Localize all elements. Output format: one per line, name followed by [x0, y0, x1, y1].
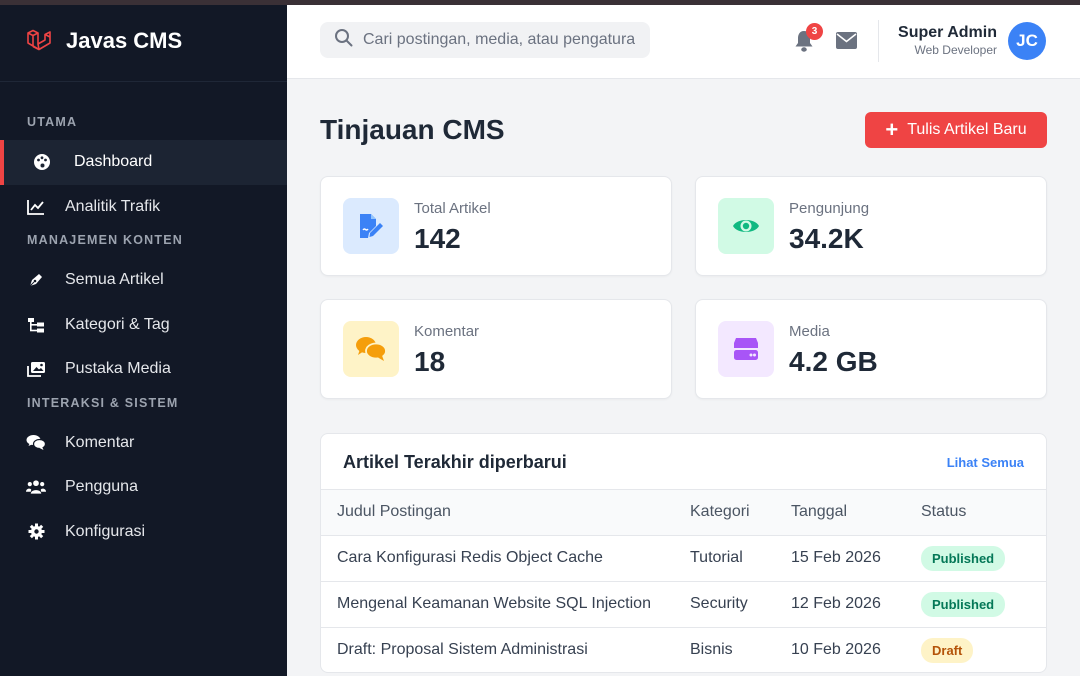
eye-icon — [718, 198, 774, 254]
nav-section-utama: UTAMA — [27, 115, 78, 129]
stat-value: 34.2K — [789, 223, 864, 254]
sidebar-item-pustaka-media[interactable]: Pustaka Media — [0, 347, 287, 392]
status-badge: Draft — [921, 637, 974, 663]
recent-articles-header: Artikel Terakhir diperbarui Lihat Semua — [321, 434, 1046, 490]
users-icon — [26, 477, 46, 497]
new-article-button[interactable]: + Tulis Artikel Baru — [865, 112, 1047, 148]
new-article-label: Tulis Artikel Baru — [907, 121, 1027, 138]
cell-date: 15 Feb 2026 — [791, 535, 921, 582]
stat-card-total-artikel[interactable]: Total Artikel 142 — [320, 176, 672, 276]
top-header: 3 Super Admin Web Developer JC — [287, 5, 1080, 79]
cell-title[interactable]: Cara Konfigurasi Redis Object Cache — [321, 535, 690, 582]
sidebar-item-label: Kategori & Tag — [65, 315, 170, 333]
status-badge: Published — [921, 591, 1006, 617]
stat-value: 142 — [414, 223, 461, 254]
recent-articles-title: Artikel Terakhir diperbarui — [343, 452, 567, 472]
user-name[interactable]: Super Admin — [898, 24, 997, 42]
hard-drive-icon — [718, 321, 774, 377]
search-icon — [334, 28, 353, 52]
sidebar-item-semua-artikel[interactable]: Semua Artikel — [0, 258, 287, 303]
sitemap-icon — [26, 315, 46, 335]
stat-label: Pengunjung — [789, 200, 870, 217]
sidebar-item-dashboard[interactable]: Dashboard — [0, 140, 287, 185]
nav-section-interaksi-sistem: INTERAKSI & SISTEM — [27, 395, 179, 410]
sidebar-item-analitik-trafik[interactable]: Analitik Trafik — [0, 185, 287, 230]
cell-category: Tutorial — [690, 535, 791, 582]
table-row[interactable]: Draft: Proposal Sistem Administrasi Bisn… — [321, 627, 1046, 672]
notification-badge: 3 — [806, 23, 823, 40]
column-header-status[interactable]: Status — [921, 490, 1046, 536]
sidebar-item-pengguna[interactable]: Pengguna — [0, 465, 287, 510]
cell-status: Published — [921, 535, 1046, 582]
cell-category: Security — [690, 581, 791, 628]
window-top-strip — [0, 0, 1080, 5]
cell-title[interactable]: Draft: Proposal Sistem Administrasi — [321, 627, 690, 672]
gear-icon — [26, 522, 46, 542]
stat-card-komentar[interactable]: Komentar 18 — [320, 299, 672, 399]
search-input[interactable] — [363, 31, 635, 49]
brand-name: Javas CMS — [66, 27, 183, 53]
stat-card-media[interactable]: Media 4.2 GB — [695, 299, 1047, 399]
table-row[interactable]: Mengenal Keamanan Website SQL Injection … — [321, 581, 1046, 628]
brand[interactable]: Javas CMS — [0, 0, 287, 82]
sidebar-item-konfigurasi[interactable]: Konfigurasi — [0, 510, 287, 555]
cell-status: Draft — [921, 627, 1046, 672]
cell-date: 10 Feb 2026 — [791, 627, 921, 672]
stat-label: Media — [789, 323, 830, 340]
envelope-icon[interactable] — [836, 32, 857, 49]
sidebar-item-label: Komentar — [65, 433, 135, 451]
column-header-title[interactable]: Judul Postingan — [321, 490, 690, 536]
table-row[interactable]: Cara Konfigurasi Redis Object Cache Tuto… — [321, 535, 1046, 582]
cell-date: 12 Feb 2026 — [791, 581, 921, 628]
table-header-row: Judul Postingan Kategori Tanggal Status — [321, 490, 1046, 536]
sidebar-item-kategori-tag[interactable]: Kategori & Tag — [0, 303, 287, 348]
comments-icon — [343, 321, 399, 377]
user-role: Web Developer — [914, 43, 998, 57]
laravel-icon — [26, 28, 52, 54]
sidebar-item-label: Pustaka Media — [65, 360, 171, 378]
stat-value: 18 — [414, 346, 446, 377]
chart-line-icon — [26, 197, 46, 217]
palette-icon — [32, 152, 52, 172]
cell-category: Bisnis — [690, 627, 791, 672]
page-title: Tinjauan CMS — [320, 114, 505, 145]
sidebar-item-label: Analitik Trafik — [65, 197, 161, 215]
recent-articles-card: Artikel Terakhir diperbarui Lihat Semua … — [320, 433, 1047, 673]
nav-section-manajemen-konten: MANAJEMEN KONTEN — [27, 233, 184, 247]
avatar[interactable]: JC — [1008, 22, 1046, 60]
status-badge: Published — [921, 545, 1006, 571]
sidebar-item-komentar[interactable]: Komentar — [0, 421, 287, 466]
cell-title[interactable]: Mengenal Keamanan Website SQL Injection — [321, 581, 690, 628]
pen-nib-icon — [26, 270, 46, 290]
images-icon — [26, 359, 46, 379]
sidebar: Javas CMS UTAMA Dashboard Analitik Trafi… — [0, 0, 287, 676]
cell-status: Published — [921, 581, 1046, 628]
file-pen-icon — [343, 198, 399, 254]
sidebar-item-label: Dashboard — [74, 153, 153, 171]
sidebar-item-label: Semua Artikel — [65, 271, 164, 289]
header-divider — [878, 20, 879, 62]
search-box[interactable] — [320, 22, 650, 58]
stat-label: Total Artikel — [414, 200, 491, 217]
plus-icon: + — [885, 117, 899, 142]
view-all-link[interactable]: Lihat Semua — [947, 455, 1024, 470]
stat-card-pengunjung[interactable]: Pengunjung 34.2K — [695, 176, 1047, 276]
sidebar-item-label: Konfigurasi — [65, 522, 146, 540]
column-header-category[interactable]: Kategori — [690, 490, 791, 536]
stat-label: Komentar — [414, 323, 480, 340]
stat-value: 4.2 GB — [789, 346, 878, 377]
comments-icon — [26, 433, 46, 453]
column-header-date[interactable]: Tanggal — [791, 490, 921, 536]
recent-articles-table: Judul Postingan Kategori Tanggal Status … — [321, 490, 1046, 672]
sidebar-item-label: Pengguna — [65, 478, 138, 496]
